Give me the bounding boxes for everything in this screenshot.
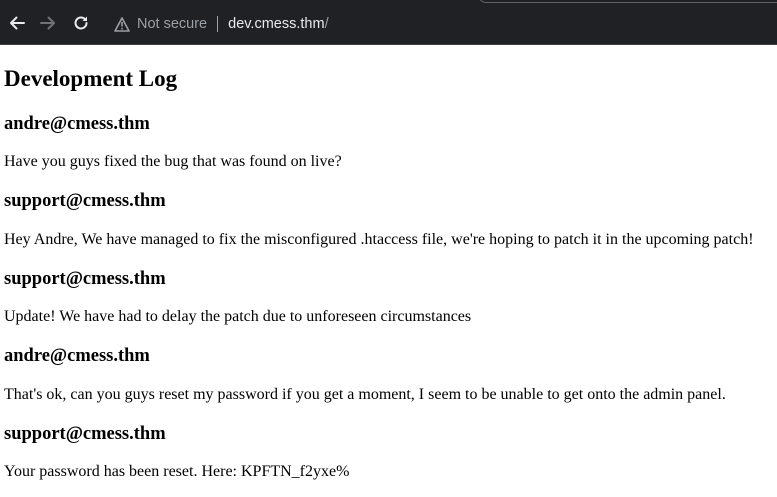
entry-author: andre@cmess.thm	[4, 346, 150, 366]
warning-triangle-icon[interactable]	[114, 16, 130, 32]
security-status-label[interactable]: Not secure	[137, 16, 207, 32]
reload-button[interactable]	[70, 12, 92, 34]
entry-message: Hey Andre, We have managed to fix the mi…	[4, 231, 754, 248]
browser-toolbar: Not secure dev.cmess.thm/	[0, 0, 777, 45]
entry-author: support@cmess.thm	[4, 424, 166, 444]
entry-author: andre@cmess.thm	[4, 114, 150, 134]
entry-message: Have you guys fixed the bug that was fou…	[4, 153, 342, 170]
page-title: Development Log	[4, 66, 178, 91]
url-text[interactable]: dev.cmess.thm/	[228, 16, 328, 32]
entry-message: That's ok, can you guys reset my passwor…	[4, 386, 726, 403]
entry-author: support@cmess.thm	[4, 269, 166, 289]
tab-strip	[0, 0, 777, 5]
forward-arrow-icon	[39, 14, 57, 32]
entry-author: support@cmess.thm	[4, 191, 166, 211]
page-content: Development Log andre@cmess.thm Have you…	[0, 46, 777, 497]
url-host: dev.cmess.thm	[228, 16, 325, 32]
tab-edge	[478, 0, 777, 3]
back-arrow-icon	[8, 14, 26, 32]
back-button[interactable]	[6, 12, 28, 34]
forward-button[interactable]	[37, 12, 59, 34]
entry-message: Update! We have had to delay the patch d…	[4, 308, 472, 325]
entry-message: Your password has been reset. Here: KPFT…	[4, 463, 350, 480]
omnibox-divider	[217, 16, 219, 32]
reload-icon	[72, 14, 90, 32]
address-bar[interactable]: Not secure dev.cmess.thm/	[104, 9, 769, 39]
url-path: /	[324, 16, 329, 32]
